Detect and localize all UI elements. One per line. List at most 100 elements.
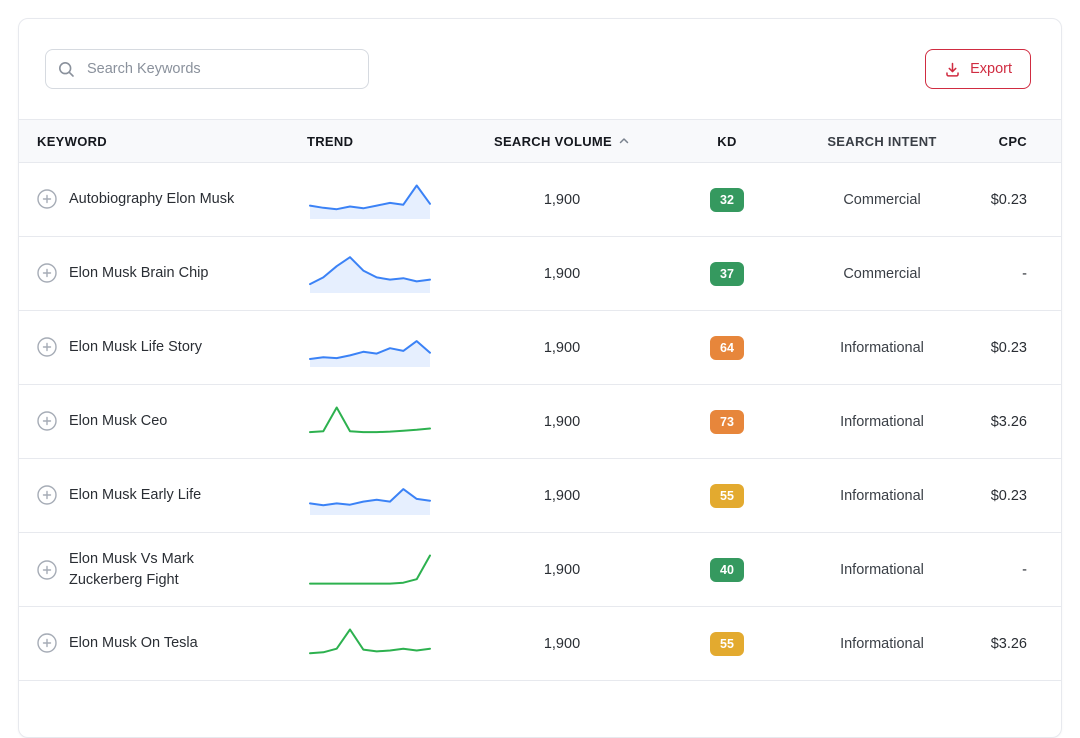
- add-keyword-button[interactable]: [37, 485, 57, 505]
- add-keyword-icon: [37, 633, 57, 653]
- download-icon: [944, 61, 961, 78]
- keyword-label: Elon Musk Ceo: [69, 411, 167, 431]
- cpc-value: $0.23: [967, 488, 1027, 504]
- search-volume-value: 1,900: [467, 266, 657, 282]
- keyword-label: Elon Musk Early Life: [69, 485, 201, 505]
- trend-sparkline: [307, 400, 433, 444]
- column-header-keyword[interactable]: KEYWORD: [37, 134, 307, 149]
- search-input[interactable]: [85, 60, 356, 78]
- search-intent-value: Commercial: [797, 266, 967, 282]
- export-label: Export: [970, 61, 1012, 77]
- search-volume-value: 1,900: [467, 340, 657, 356]
- sort-asc-icon: [618, 135, 630, 147]
- trend-cell: [307, 400, 467, 444]
- export-button[interactable]: Export: [925, 49, 1031, 89]
- keyword-label: Autobiography Elon Musk: [69, 189, 234, 209]
- add-keyword-icon: [37, 263, 57, 283]
- keyword-label: Elon Musk On Tesla: [69, 633, 198, 653]
- keyword-cell: Elon Musk Brain Chip: [37, 263, 307, 283]
- search-intent-value: Informational: [797, 488, 967, 504]
- keyword-label: Elon Musk Vs Mark Zuckerberg Fight: [69, 549, 259, 590]
- cpc-value: $0.23: [967, 192, 1027, 208]
- kd-badge: 32: [710, 188, 744, 212]
- add-keyword-button[interactable]: [37, 189, 57, 209]
- search-volume-value: 1,900: [467, 488, 657, 504]
- add-keyword-icon: [37, 337, 57, 357]
- keyword-cell: Elon Musk Ceo: [37, 411, 307, 431]
- trend-sparkline: [307, 622, 433, 666]
- search-input-wrapper[interactable]: [45, 49, 369, 89]
- kd-badge: 55: [710, 484, 744, 508]
- table-row: Elon Musk Early Life 1,900 55 Informational…: [19, 459, 1061, 533]
- kd-badge: 40: [710, 558, 744, 582]
- column-label: KD: [717, 134, 736, 149]
- column-header-kd[interactable]: KD: [657, 134, 797, 149]
- cpc-value: $3.26: [967, 636, 1027, 652]
- cpc-value: -: [967, 266, 1027, 282]
- keyword-cell: Elon Musk On Tesla: [37, 633, 307, 653]
- kd-badge: 64: [710, 336, 744, 360]
- column-label: SEARCH VOLUME: [494, 134, 612, 149]
- column-header-intent[interactable]: SEARCH INTENT: [797, 134, 967, 149]
- search-intent-value: Commercial: [797, 192, 967, 208]
- toolbar: Export: [19, 19, 1061, 119]
- column-label: KEYWORD: [37, 134, 107, 149]
- trend-cell: [307, 252, 467, 296]
- trend-cell: [307, 178, 467, 222]
- trend-sparkline: [307, 326, 433, 370]
- kd-cell: 40: [657, 558, 797, 582]
- keyword-label: Elon Musk Life Story: [69, 337, 202, 357]
- kd-cell: 37: [657, 262, 797, 286]
- search-intent-value: Informational: [797, 562, 967, 578]
- trend-sparkline: [307, 474, 433, 518]
- kd-badge: 73: [710, 410, 744, 434]
- kd-badge: 37: [710, 262, 744, 286]
- search-volume-value: 1,900: [467, 562, 657, 578]
- column-header-cpc[interactable]: CPC: [967, 134, 1027, 149]
- table-body: Autobiography Elon Musk 1,900 32 Commercial…: [19, 163, 1061, 681]
- kd-cell: 55: [657, 484, 797, 508]
- add-keyword-icon: [37, 485, 57, 505]
- column-label: SEARCH INTENT: [827, 134, 936, 149]
- table-row: Elon Musk On Tesla 1,90055Informational$3…: [19, 607, 1061, 681]
- search-volume-value: 1,900: [467, 414, 657, 430]
- table-row: Autobiography Elon Musk 1,900 32 Commercial…: [19, 163, 1061, 237]
- search-volume-value: 1,900: [467, 192, 657, 208]
- trend-sparkline: [307, 178, 433, 222]
- table-row: Elon Musk Brain Chip 1,900 37 Commercial-: [19, 237, 1061, 311]
- keyword-cell: Elon Musk Early Life: [37, 485, 307, 505]
- search-volume-value: 1,900: [467, 636, 657, 652]
- cpc-value: -: [967, 562, 1027, 578]
- column-label: TREND: [307, 134, 353, 149]
- kd-cell: 73: [657, 410, 797, 434]
- cpc-value: $3.26: [967, 414, 1027, 430]
- add-keyword-button[interactable]: [37, 411, 57, 431]
- trend-cell: [307, 474, 467, 518]
- keyword-cell: Elon Musk Vs Mark Zuckerberg Fight: [37, 549, 307, 590]
- table-row: Elon Musk Life Story 1,900 64 Informational…: [19, 311, 1061, 385]
- kd-cell: 32: [657, 188, 797, 212]
- keyword-cell: Autobiography Elon Musk: [37, 189, 307, 209]
- add-keyword-button[interactable]: [37, 337, 57, 357]
- trend-cell: [307, 326, 467, 370]
- search-intent-value: Informational: [797, 636, 967, 652]
- kd-cell: 64: [657, 336, 797, 360]
- table-header: KEYWORD TREND SEARCH VOLUME KD SEARCH INTENT…: [19, 119, 1061, 163]
- keyword-table-card: Export KEYWORD TREND SEARCH VOLUME KD SEARCH…: [18, 18, 1062, 738]
- column-header-trend[interactable]: TREND: [307, 134, 467, 149]
- keyword-label: Elon Musk Brain Chip: [69, 263, 208, 283]
- add-keyword-button[interactable]: [37, 560, 57, 580]
- column-header-volume[interactable]: SEARCH VOLUME: [467, 134, 657, 149]
- table-row: Elon Musk Ceo1,90073Informational$3.26: [19, 385, 1061, 459]
- add-keyword-button[interactable]: [37, 263, 57, 283]
- table-row: Elon Musk Vs Mark Zuckerberg Fight 1,900 4…: [19, 533, 1061, 607]
- trend-cell: [307, 622, 467, 666]
- add-keyword-icon: [37, 560, 57, 580]
- add-keyword-button[interactable]: [37, 633, 57, 653]
- search-icon: [58, 61, 75, 78]
- cpc-value: $0.23: [967, 340, 1027, 356]
- keyword-cell: Elon Musk Life Story: [37, 337, 307, 357]
- kd-cell: 55: [657, 632, 797, 656]
- column-label: CPC: [999, 134, 1027, 149]
- search-intent-value: Informational: [797, 340, 967, 356]
